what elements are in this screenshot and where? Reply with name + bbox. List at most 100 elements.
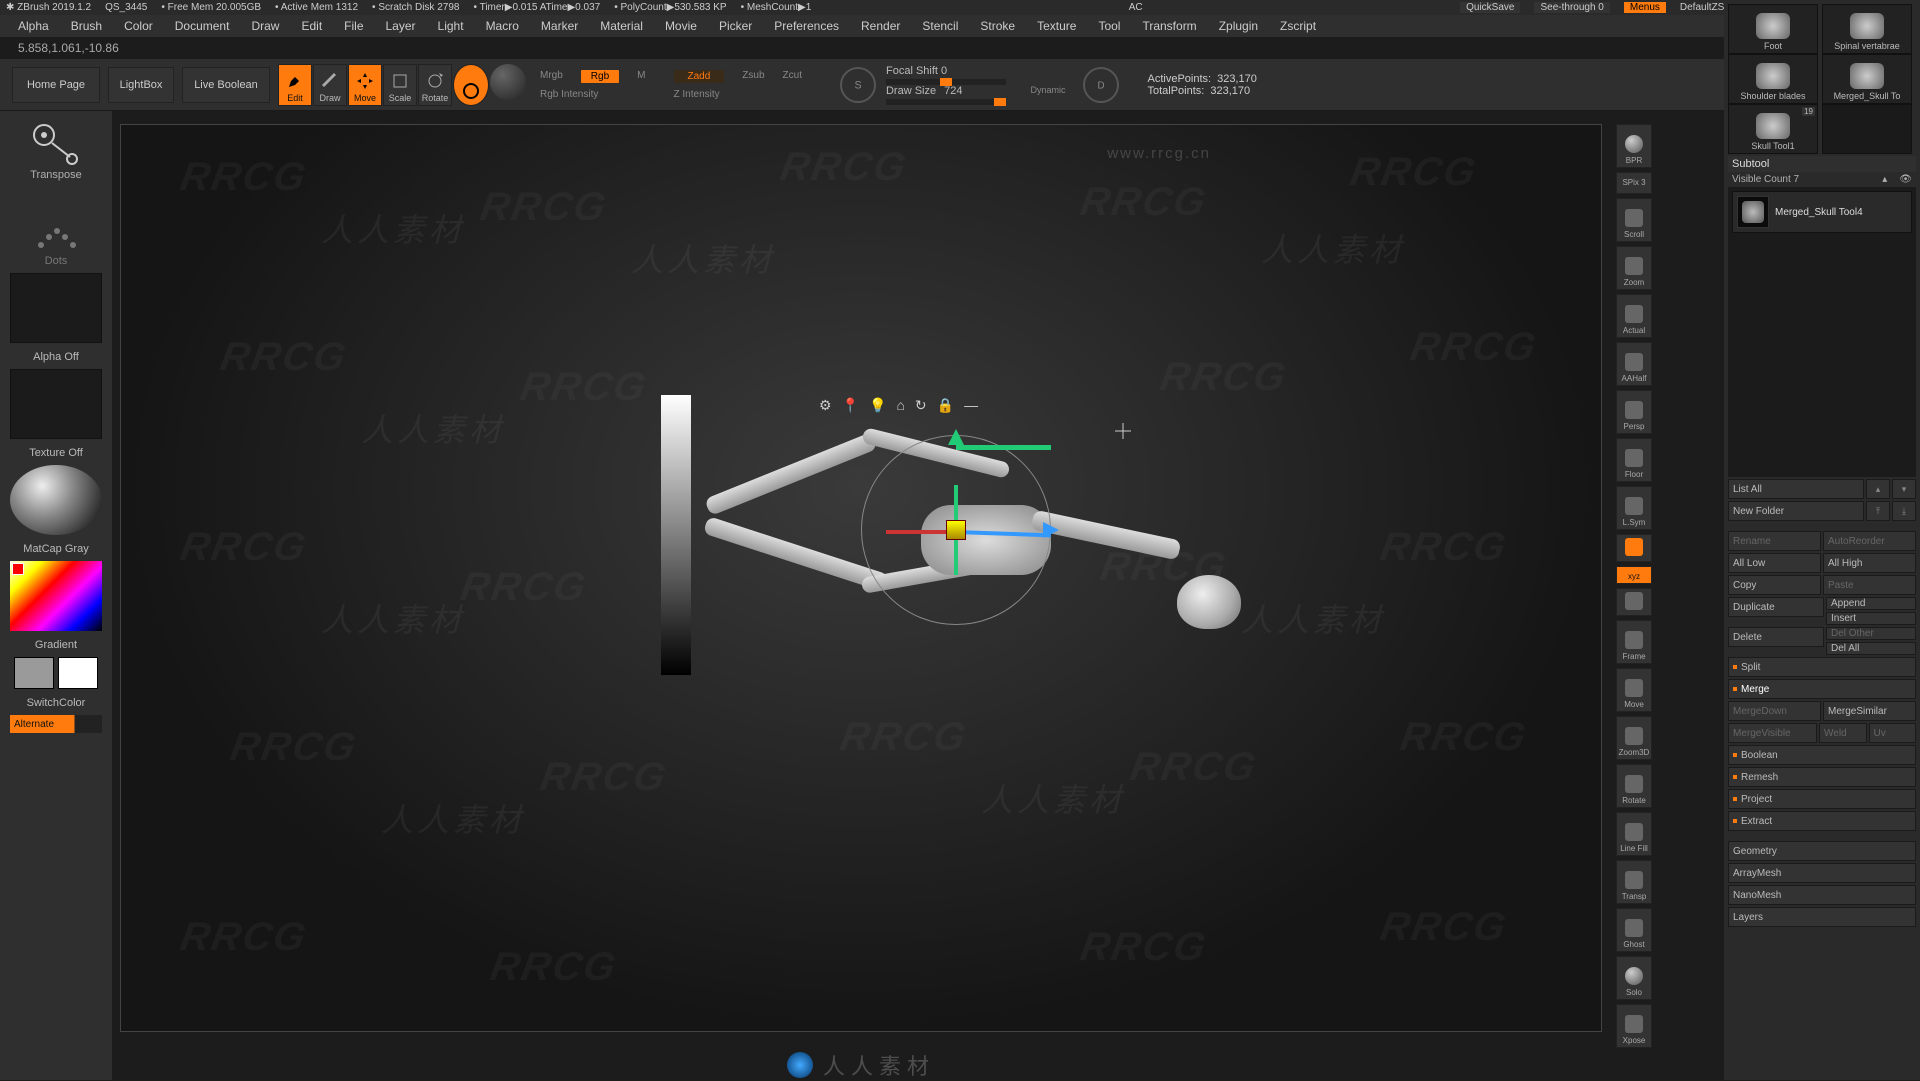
solo-button[interactable]: Solo xyxy=(1616,956,1652,1000)
menu-material[interactable]: Material xyxy=(600,19,643,33)
extract-button[interactable]: Extract xyxy=(1728,811,1916,831)
persp-button[interactable]: Persp xyxy=(1616,390,1652,434)
tool-thumb-shoulder[interactable]: Shoulder blades xyxy=(1728,54,1818,104)
all-low-button[interactable]: All Low xyxy=(1728,553,1821,573)
scale-mode-button[interactable]: Scale xyxy=(383,64,417,106)
remesh-button[interactable]: Remesh xyxy=(1728,767,1916,787)
eye-icon[interactable]: 👁 xyxy=(1899,174,1912,185)
menus-button[interactable]: Menus xyxy=(1624,2,1666,13)
del-other-button[interactable]: Del Other xyxy=(1826,627,1916,640)
frame-button[interactable]: Frame xyxy=(1616,620,1652,664)
zcut-toggle[interactable]: Zcut xyxy=(783,70,802,83)
merge-down-button[interactable]: MergeDown xyxy=(1728,701,1821,721)
delete-button[interactable]: Delete xyxy=(1728,627,1824,647)
menu-brush[interactable]: Brush xyxy=(71,19,102,33)
tool-thumb-spinal[interactable]: Spinal vertabrae xyxy=(1822,4,1912,54)
duplicate-button[interactable]: Duplicate xyxy=(1728,597,1824,617)
menu-light[interactable]: Light xyxy=(438,19,464,33)
menu-file[interactable]: File xyxy=(344,19,363,33)
floor-button[interactable]: Floor xyxy=(1616,438,1652,482)
menu-marker[interactable]: Marker xyxy=(541,19,578,33)
transp-button[interactable]: Transp xyxy=(1616,860,1652,904)
tool-thumb-skull[interactable]: 19Skull Tool1 xyxy=(1728,104,1818,154)
move-view-button[interactable]: Move xyxy=(1616,668,1652,712)
zoom3d-button[interactable]: Zoom3D xyxy=(1616,716,1652,760)
menu-edit[interactable]: Edit xyxy=(301,19,322,33)
boolean-button[interactable]: Boolean xyxy=(1728,745,1916,765)
focal-shift-label[interactable]: Focal Shift 0 xyxy=(886,65,947,77)
main-color[interactable] xyxy=(14,657,54,689)
edit-mode-button[interactable]: Edit xyxy=(278,64,312,106)
zadd-toggle[interactable]: Zadd xyxy=(674,70,725,83)
copy-button[interactable]: Copy xyxy=(1728,575,1821,595)
draw-size-value[interactable]: 724 xyxy=(944,85,962,97)
menu-stencil[interactable]: Stencil xyxy=(922,19,958,33)
transform-gizmo[interactable] xyxy=(861,435,1051,625)
menu-zplugin[interactable]: Zplugin xyxy=(1219,19,1258,33)
aahalf-button[interactable]: AAHalf xyxy=(1616,342,1652,386)
rgb-toggle[interactable]: Rgb xyxy=(581,70,619,83)
move-top-icon[interactable]: ⤒ xyxy=(1866,501,1890,521)
menu-movie[interactable]: Movie xyxy=(665,19,697,33)
dynamic-label[interactable]: Dynamic xyxy=(1030,85,1065,97)
viewport[interactable]: www.rrcg.cn RRCG RRCG RRCG RRCG RRCG RRC… xyxy=(120,124,1602,1032)
subtool-entry[interactable]: Merged_Skull Tool4 xyxy=(1732,191,1912,233)
zoom-button[interactable]: Zoom xyxy=(1616,246,1652,290)
alternate-button[interactable]: Alternate xyxy=(10,715,102,733)
uv-button[interactable]: Uv xyxy=(1869,723,1917,743)
lock-button[interactable] xyxy=(1616,534,1652,562)
merge-visible-button[interactable]: MergeVisible xyxy=(1728,723,1817,743)
alpha-swatch[interactable] xyxy=(10,273,102,343)
rename-button[interactable]: Rename xyxy=(1728,531,1821,551)
linefill-button[interactable]: Line Fill xyxy=(1616,812,1652,856)
move-mode-button[interactable]: Move xyxy=(348,64,382,106)
model-skeleton[interactable] xyxy=(661,405,1221,665)
material-ball[interactable] xyxy=(10,465,102,535)
menu-transform[interactable]: Transform xyxy=(1142,19,1196,33)
subtool-header[interactable]: Subtool xyxy=(1728,156,1916,172)
menu-zscript[interactable]: Zscript xyxy=(1280,19,1316,33)
xyz-button[interactable]: xyz xyxy=(1616,566,1652,584)
menu-preferences[interactable]: Preferences xyxy=(774,19,839,33)
quicksave-button[interactable]: QuickSave xyxy=(1460,2,1520,13)
subtool-list[interactable]: Merged_Skull Tool4 xyxy=(1728,187,1916,477)
list-all-button[interactable]: List All xyxy=(1728,479,1864,499)
sphere-button[interactable] xyxy=(490,64,526,100)
tool-thumb-foot[interactable]: Foot xyxy=(1728,4,1818,54)
insert-button[interactable]: Insert xyxy=(1826,612,1916,625)
seethrough-slider[interactable]: See-through 0 xyxy=(1534,2,1609,13)
m-toggle[interactable]: M xyxy=(637,70,645,83)
split-button[interactable]: Split xyxy=(1728,657,1916,677)
switch-color[interactable] xyxy=(14,657,98,689)
move-down-icon[interactable]: ▾ xyxy=(1892,479,1916,499)
tool-thumb-empty[interactable] xyxy=(1822,104,1912,154)
transpose-tool[interactable]: Transpose xyxy=(10,121,102,191)
live-boolean-button[interactable]: Live Boolean xyxy=(182,67,270,103)
menu-texture[interactable]: Texture xyxy=(1037,19,1076,33)
weld-button[interactable]: Weld xyxy=(1819,723,1867,743)
all-high-button[interactable]: All High xyxy=(1823,553,1916,573)
menu-draw[interactable]: Draw xyxy=(251,19,279,33)
move-bottom-icon[interactable]: ⤓ xyxy=(1892,501,1916,521)
del-all-button[interactable]: Del All xyxy=(1826,642,1916,655)
home-page-button[interactable]: Home Page xyxy=(12,67,100,103)
nanomesh-section[interactable]: NanoMesh xyxy=(1728,885,1916,905)
paste-button[interactable]: Paste xyxy=(1823,575,1916,595)
menu-color[interactable]: Color xyxy=(124,19,153,33)
merge-button[interactable]: Merge xyxy=(1728,679,1916,699)
menu-document[interactable]: Document xyxy=(175,19,230,33)
lightbox-button[interactable]: LightBox xyxy=(108,67,174,103)
menu-alpha[interactable]: Alpha xyxy=(18,19,49,33)
project-button[interactable]: Project xyxy=(1728,789,1916,809)
arraymesh-section[interactable]: ArrayMesh xyxy=(1728,863,1916,883)
menu-layer[interactable]: Layer xyxy=(386,19,416,33)
merge-similar-button[interactable]: MergeSimilar xyxy=(1823,701,1916,721)
zsub-toggle[interactable]: Zsub xyxy=(742,70,764,83)
menu-macro[interactable]: Macro xyxy=(486,19,519,33)
autoreorder-button[interactable]: AutoReorder xyxy=(1823,531,1916,551)
tool-thumb-merged[interactable]: Merged_Skull To xyxy=(1822,54,1912,104)
menu-stroke[interactable]: Stroke xyxy=(980,19,1015,33)
refresh-button[interactable] xyxy=(1616,588,1652,616)
stroke-dots[interactable]: Dots xyxy=(10,197,102,267)
rotate-mode-button[interactable]: Rotate xyxy=(418,64,452,106)
